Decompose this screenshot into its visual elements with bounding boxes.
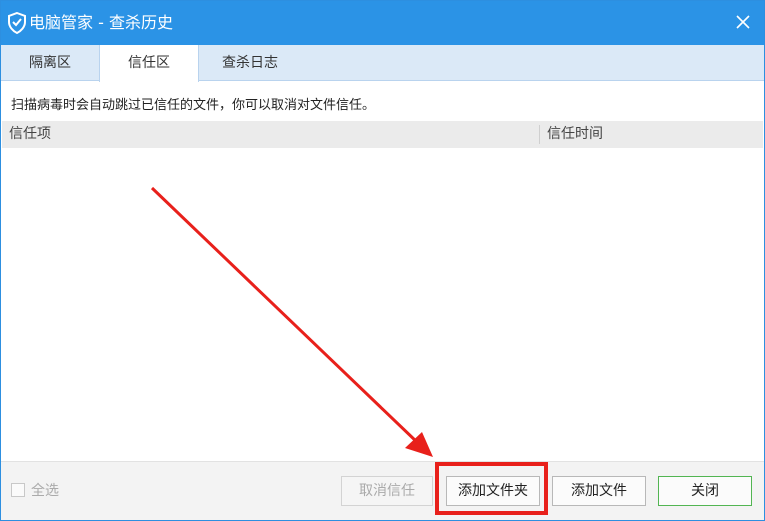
column-divider[interactable] [539, 125, 540, 144]
close-button[interactable]: 关闭 [658, 476, 752, 506]
tab-trust-zone[interactable]: 信任区 [99, 45, 199, 82]
shield-logo-icon [8, 12, 26, 34]
close-icon[interactable] [732, 11, 754, 33]
tab-quarantine[interactable]: 隔离区 [1, 45, 99, 81]
add-folder-button[interactable]: 添加文件夹 [446, 476, 540, 506]
select-all-checkbox[interactable]: 全选 [11, 480, 59, 500]
footer-bar: 全选 取消信任 添加文件夹 添加文件 关闭 [1, 461, 764, 520]
checkbox-box[interactable] [11, 483, 25, 497]
cancel-trust-button[interactable]: 取消信任 [341, 476, 433, 506]
column-header-trust-item[interactable]: 信任项 [9, 121, 51, 148]
select-all-label: 全选 [31, 483, 59, 499]
column-header-trust-time[interactable]: 信任时间 [547, 121, 603, 148]
window-title: 电脑管家 - 查杀历史 [29, 13, 173, 32]
trust-list[interactable] [2, 148, 763, 461]
title-bar: 电脑管家 - 查杀历史 [1, 1, 764, 45]
trust-notice: 扫描病毒时会自动跳过已信任的文件，你可以取消对文件信任。 [11, 98, 376, 113]
trust-window: 电脑管家 - 查杀历史 隔离区 信任区 查杀日志 扫描病毒时会自动跳过已信任的文… [0, 0, 765, 521]
add-file-button[interactable]: 添加文件 [552, 476, 646, 506]
tab-bar: 隔离区 信任区 查杀日志 [1, 45, 764, 82]
tab-scan-log[interactable]: 查杀日志 [199, 45, 301, 81]
table-header: 信任项 信任时间 [2, 121, 763, 148]
